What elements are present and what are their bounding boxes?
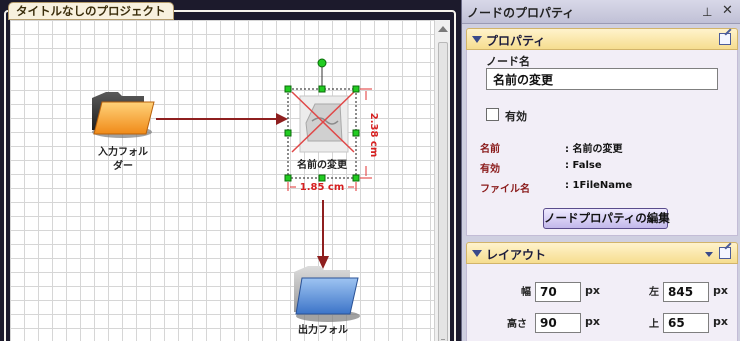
properties-title: ノードのプロパティ [467, 6, 575, 20]
popout-icon[interactable] [719, 247, 731, 259]
node-name-input[interactable]: 名前の変更 [486, 68, 718, 90]
prop-key-filename: ファイル名 [480, 184, 530, 195]
scroll-up-arrow-icon[interactable] [438, 26, 448, 32]
input-folder-label-line1: 入力フォル [98, 147, 148, 158]
resize-handle-ne[interactable] [352, 85, 360, 93]
layout-section-title: レイアウト [486, 248, 547, 262]
pin-icon[interactable]: ⊥ [702, 5, 712, 19]
width-label: 幅 [521, 287, 531, 298]
resize-handle-se[interactable] [352, 174, 360, 182]
prop-key-enabled: 有効 [480, 164, 500, 175]
resize-handle-sw[interactable] [284, 174, 292, 182]
node-name-label: ノード名 [486, 55, 530, 68]
property-section-body: ノード名 名前の変更 有効 名前 : 名前の変更 有効 : False ファイル… [466, 50, 738, 236]
width-unit: px [585, 284, 600, 297]
left-unit: px [713, 284, 728, 297]
connector-input-to-rename[interactable] [156, 113, 288, 125]
prop-value-filename: : 1FileName [565, 180, 633, 191]
top-unit: px [713, 315, 728, 328]
dropdown-arrow-icon[interactable] [705, 252, 713, 257]
project-tab[interactable]: タイトルなしのプロジェクト [8, 2, 174, 20]
layout-section-body: 幅 70 px 左 845 px 高さ 90 px 上 65 px [466, 264, 738, 341]
prop-key-name: 名前 [480, 144, 500, 155]
width-input[interactable]: 70 [535, 282, 581, 302]
rotate-handle[interactable] [317, 58, 327, 68]
height-label: 高さ [507, 319, 527, 330]
top-label: 上 [649, 319, 659, 330]
height-input[interactable]: 90 [535, 313, 581, 333]
workflow-canvas[interactable]: 入力フォル ダー 名前の変更 1.85 cm 2.38 cm 出力フォル [10, 20, 434, 341]
height-dimension-text: 2.38 cm [368, 112, 379, 158]
rename-node[interactable] [291, 91, 355, 153]
resize-handle-n[interactable] [318, 85, 326, 93]
node-properties-panel: ノードのプロパティ ⊥ ✕ プロパティ ノード名 名前の変更 有効 名前 : 名… [461, 0, 740, 341]
popout-icon[interactable] [719, 33, 731, 45]
height-unit: px [585, 315, 600, 328]
enabled-label: 有効 [505, 110, 527, 123]
resize-handle-w[interactable] [284, 129, 292, 137]
rename-node-label[interactable]: 名前の変更 [290, 159, 354, 173]
prop-value-name: : 名前の変更 [565, 144, 623, 155]
properties-title-bar: ノードのプロパティ ⊥ ✕ [462, 0, 740, 24]
close-icon[interactable]: ✕ [722, 3, 733, 18]
top-input[interactable]: 65 [663, 313, 709, 333]
scroll-thumb[interactable] [438, 42, 448, 341]
output-folder-icon[interactable] [294, 266, 360, 322]
resize-handle-e[interactable] [352, 129, 360, 137]
input-folder-icon[interactable] [92, 92, 155, 138]
input-folder-label-line2: ダー [113, 161, 133, 172]
connector-rename-to-output[interactable] [317, 200, 329, 269]
canvas-vertical-scrollbar[interactable] [434, 20, 450, 341]
left-input[interactable]: 845 [663, 282, 709, 302]
layout-section-header[interactable]: レイアウト [466, 242, 738, 264]
left-label: 左 [649, 287, 659, 298]
prop-value-enabled: : False [565, 160, 602, 171]
width-dimension-text: 1.85 cm [299, 182, 345, 193]
output-folder-label[interactable]: 出力フォル [290, 324, 356, 338]
enabled-checkbox[interactable] [486, 108, 499, 121]
input-folder-label[interactable]: 入力フォル ダー [88, 146, 158, 174]
resize-handle-nw[interactable] [284, 85, 292, 93]
canvas-graphics [92, 58, 372, 322]
project-window: タイトルなしのプロジェクト 入力フォル ダー 名前の変更 1.85 cm 2.3… [0, 0, 460, 341]
collapse-triangle-icon[interactable] [472, 250, 482, 257]
property-section-title: プロパティ [486, 34, 546, 48]
property-section-header[interactable]: プロパティ [466, 28, 738, 50]
collapse-triangle-icon[interactable] [472, 36, 482, 43]
edit-node-properties-button[interactable]: ノードプロパティの編集 [543, 208, 670, 229]
